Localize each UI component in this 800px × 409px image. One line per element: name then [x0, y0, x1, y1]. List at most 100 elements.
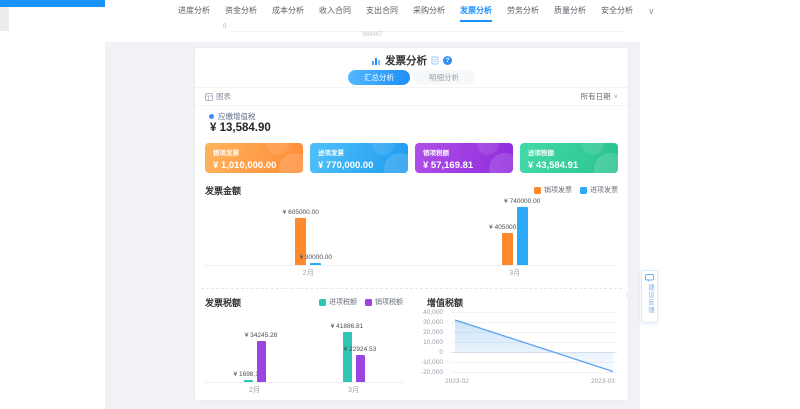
- view-switch-label: 图表: [216, 91, 231, 102]
- help-icon[interactable]: ?: [443, 56, 452, 65]
- invoice-tax-bars: ¥ 1698.10 ¥ 34245.28 ¥ 41886.81¥ 22924.53: [205, 333, 403, 383]
- chart-bar: ¥ 1698.10: [244, 380, 253, 382]
- invoice-amount-bars: ¥ 605000.00¥ 30000.00¥ 405000.00¥ 740000…: [205, 208, 618, 266]
- y-axis-label: -10,000: [421, 359, 443, 366]
- bar-value-label: ¥ 740000.00: [504, 198, 540, 205]
- vat-payable-label-row: 应缴增值税: [209, 111, 256, 122]
- bar-chart-icon: [371, 56, 381, 66]
- vat-payable-value: ¥ 13,584.90: [210, 122, 271, 134]
- legend-item[interactable]: 销项税额: [365, 297, 403, 307]
- vat-line-chart-title: 增值税额: [427, 296, 463, 309]
- chat-bubble-icon: [645, 274, 654, 282]
- bar-group: ¥ 405000.00¥ 740000.00: [502, 207, 528, 265]
- bar-group: ¥ 41886.81¥ 22924.53: [343, 332, 365, 382]
- x-axis-label: 2023-03: [591, 378, 615, 385]
- legend-label: 销项发票: [544, 185, 572, 195]
- date-filter-label: 所有日期: [581, 91, 611, 102]
- legend-label: 进项发票: [590, 185, 618, 195]
- analysis-mode-toggle: 汇总分析 明细分析: [195, 70, 628, 85]
- analysis-tab-bar: 进度分析资金分析成本分析收入合同支出合同采购分析发票分析劳务分析质量分析安全分析…: [105, 0, 640, 22]
- stat-card-label: 进项税额: [528, 147, 610, 157]
- legend-item[interactable]: 进项发票: [580, 185, 618, 195]
- invoice-tax-chart-title: 发票税额: [205, 296, 241, 309]
- dashed-divider: [201, 288, 622, 289]
- invoice-tax-bar-chart: ¥ 1698.10¥ 34245.28¥ 41886.81¥ 22924.53 …: [205, 333, 403, 395]
- nav-tab[interactable]: 进度分析: [178, 0, 210, 22]
- invoice-amount-chart-title: 发票金额: [205, 184, 241, 197]
- legend-item[interactable]: 进项税额: [319, 297, 357, 307]
- stat-card-row: 销项发票 ¥ 1,010,000.00 进项发票¥ 770,000.00 销项税额 ¥ …: [205, 143, 618, 173]
- nav-tab[interactable]: 支出合同: [366, 0, 398, 22]
- stat-card: 销项发票 ¥ 1,010,000.00: [205, 143, 303, 173]
- nav-tab[interactable]: 资金分析: [225, 0, 257, 22]
- stat-card-label: 销项税额: [423, 147, 505, 157]
- x-axis-label: 2月: [235, 385, 275, 395]
- chart-bar: ¥ 22924.53: [356, 355, 365, 382]
- nav-tab[interactable]: 质量分析: [554, 0, 586, 22]
- view-switch[interactable]: 图表: [205, 91, 231, 102]
- stat-card-value: ¥ 57,169.81: [423, 160, 505, 171]
- nav-tab[interactable]: 安全分析: [601, 0, 633, 22]
- stat-card-value: ¥ 43,584.91: [528, 160, 610, 171]
- legend-label: 进项税额: [329, 297, 357, 307]
- nav-tab[interactable]: 采购分析: [413, 0, 445, 22]
- bar-value-label: ¥ 41886.81: [331, 323, 364, 330]
- legend-swatch-icon: [580, 187, 587, 194]
- date-filter[interactable]: 所有日期 ∨: [581, 91, 618, 102]
- vat-payable-label: 应缴增值税: [218, 111, 256, 122]
- bullet-dot-icon: [209, 114, 214, 119]
- legend-label: 销项税额: [375, 297, 403, 307]
- legend-swatch-icon: [534, 187, 541, 194]
- stat-card-label: 销项发票: [213, 147, 295, 157]
- chart-bar: ¥ 34245.28: [257, 341, 266, 382]
- nav-tab[interactable]: 成本分析: [272, 0, 304, 22]
- y-axis-label: -20,000: [421, 369, 443, 376]
- invoice-tax-x-labels: 2月 3月: [205, 385, 403, 395]
- bar-group: ¥ 1698.10 ¥ 34245.28: [244, 341, 266, 382]
- stat-card-label: 进项发票: [318, 147, 400, 157]
- panel-title-row: 发票分析 ?: [195, 53, 628, 68]
- x-axis-label: 3月: [334, 385, 374, 395]
- toggle-detail-analysis[interactable]: 明细分析: [413, 70, 475, 85]
- vat-line-y-axis: 40,00030,00020,00010,0000-10,000-20,000: [417, 312, 447, 382]
- remnant-axis-zero: 0: [223, 24, 226, 30]
- left-scroll-block: [0, 7, 9, 31]
- divider: [195, 87, 628, 88]
- invoice-tax-legend: 进项税额 销项税额: [275, 297, 403, 307]
- bar-value-label: ¥ 605000.00: [283, 209, 319, 216]
- stat-card: 进项发票¥ 770,000.00: [310, 143, 408, 173]
- chart-bar: ¥ 30000.00: [310, 263, 321, 265]
- stat-card-value: ¥ 1,010,000.00: [213, 160, 295, 171]
- legend-swatch-icon: [319, 299, 326, 306]
- y-axis-label: 40,000: [423, 309, 443, 316]
- cutoff-chart-remnant: 0 869467: [105, 22, 640, 43]
- remnant-value: 869467: [105, 32, 640, 38]
- divider: [195, 105, 628, 106]
- legend-item[interactable]: 销项发票: [534, 185, 572, 195]
- page-title: 发票分析: [385, 53, 427, 68]
- nav-tab[interactable]: 劳务分析: [507, 0, 539, 22]
- grid-view-icon: [205, 93, 213, 101]
- panel-collapse-handle[interactable]: [626, 288, 634, 303]
- stat-card: 进项税额 ¥ 43,584.91: [520, 143, 618, 173]
- chevron-down-icon[interactable]: ∨: [648, 6, 665, 17]
- x-axis-label: 2月: [288, 268, 328, 278]
- invoice-amount-legend: 销项发票 进项发票: [534, 185, 618, 195]
- bar-value-label: ¥ 30000.00: [299, 254, 332, 261]
- y-axis-label: 0: [439, 349, 443, 356]
- bar-value-label: ¥ 22924.53: [344, 346, 377, 353]
- invoice-amount-x-labels: 2月3月: [205, 268, 618, 278]
- feedback-widget[interactable]: 建议反馈: [641, 270, 658, 323]
- stat-card: 销项税额 ¥ 57,169.81: [415, 143, 513, 173]
- bar-group: ¥ 605000.00¥ 30000.00: [295, 218, 321, 265]
- app-viewport: 进度分析资金分析成本分析收入合同支出合同采购分析发票分析劳务分析质量分析安全分析…: [105, 0, 640, 409]
- invoice-analysis-panel: 发票分析 ? 汇总分析 明细分析 图表: [195, 48, 628, 400]
- vat-line-chart: [451, 312, 617, 373]
- screenshot-stage: 进度分析资金分析成本分析收入合同支出合同采购分析发票分析劳务分析质量分析安全分析…: [0, 0, 800, 409]
- toggle-summary-analysis[interactable]: 汇总分析: [348, 70, 410, 85]
- nav-tab[interactable]: 发票分析: [460, 0, 492, 22]
- nav-tab[interactable]: 收入合同: [319, 0, 351, 22]
- chart-bar: ¥ 740000.00: [517, 207, 528, 265]
- report-doc-icon[interactable]: [431, 56, 439, 65]
- legend-swatch-icon: [365, 299, 372, 306]
